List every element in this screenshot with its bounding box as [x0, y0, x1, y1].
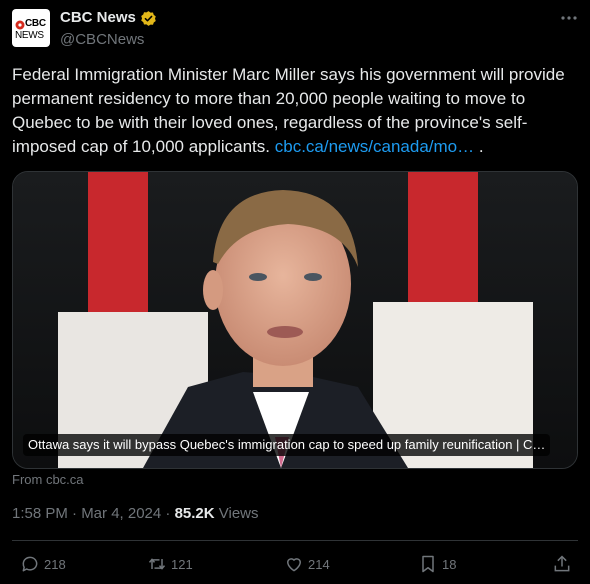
- views-count: 85.2K: [174, 505, 215, 522]
- bookmark-icon: [422, 555, 434, 573]
- repost-icon: [148, 558, 166, 570]
- more-icon[interactable]: [559, 8, 579, 28]
- timestamp[interactable]: 1:58 PM · Mar 4, 2024 ·: [12, 505, 175, 522]
- card-photo: [13, 172, 577, 468]
- reply-icon: [22, 556, 38, 572]
- tweet-meta: 1:58 PM · Mar 4, 2024 · 85.2K Views: [12, 505, 259, 522]
- bookmark-count: 18: [442, 556, 457, 572]
- card-title: Ottawa says it will bypass Quebec's immi…: [23, 434, 551, 456]
- tweet: CBC NEWS CBC News @CBCNews Federal Immig…: [0, 0, 590, 584]
- tweet-trailing: .: [474, 137, 484, 156]
- avatar-logo-top: CBC: [25, 18, 46, 29]
- repost-count: 121: [171, 556, 193, 572]
- tweet-text: Federal Immigration Minister Marc Miller…: [12, 63, 578, 159]
- heart-icon: [287, 558, 301, 572]
- verified-badge-icon: [141, 11, 156, 26]
- handle[interactable]: @CBCNews: [60, 31, 144, 48]
- share-icon: [554, 555, 570, 572]
- views-label: Views: [214, 505, 259, 522]
- repost-button[interactable]: 121: [147, 553, 193, 575]
- share-button[interactable]: [552, 553, 576, 575]
- display-name[interactable]: CBC News: [60, 9, 136, 26]
- avatar[interactable]: CBC NEWS: [12, 9, 50, 47]
- cbc-gem-logo-icon: [15, 20, 25, 30]
- bookmark-button[interactable]: 18: [418, 553, 456, 575]
- avatar-logo-bottom: NEWS: [15, 30, 44, 41]
- divider: [12, 540, 578, 541]
- like-button[interactable]: 214: [284, 553, 330, 575]
- card-source[interactable]: From cbc.ca: [12, 472, 84, 487]
- tweet-link[interactable]: cbc.ca/news/canada/mo…: [275, 137, 474, 156]
- reply-count: 218: [44, 556, 66, 572]
- link-card[interactable]: Ottawa says it will bypass Quebec's immi…: [12, 171, 578, 469]
- like-count: 214: [308, 556, 330, 572]
- reply-button[interactable]: 218: [20, 553, 66, 575]
